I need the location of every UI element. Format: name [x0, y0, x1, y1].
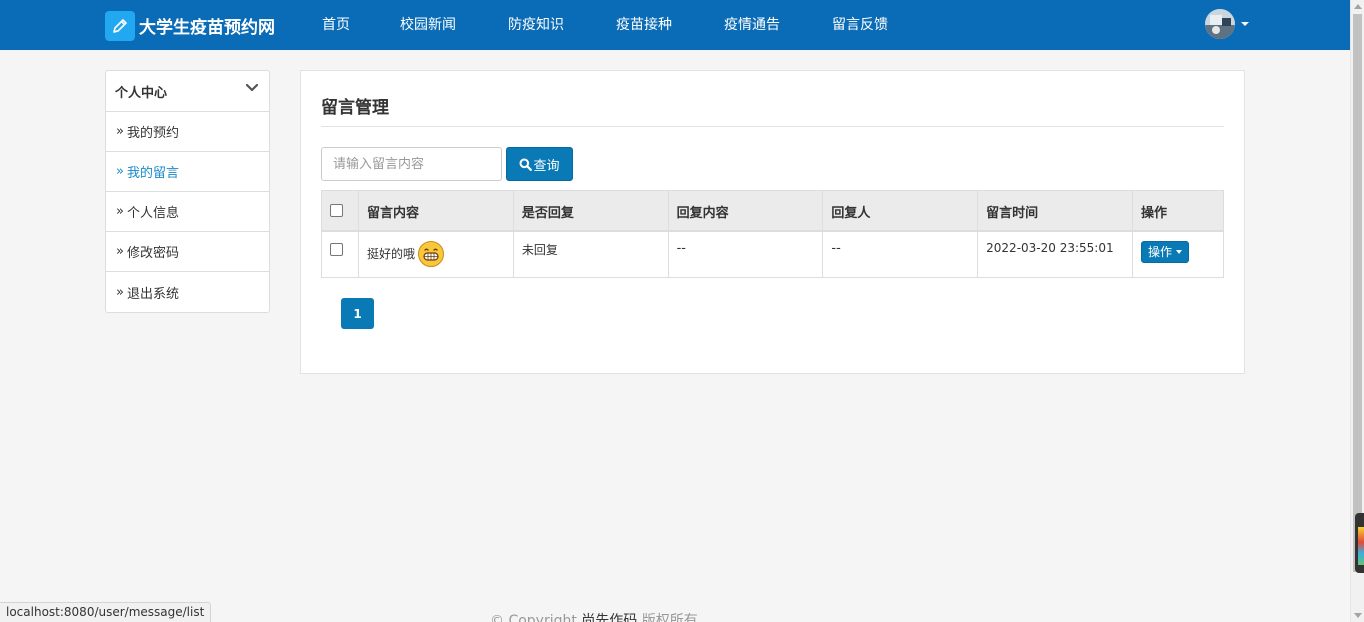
sidebar-title: 个人中心 — [115, 85, 168, 101]
pagination-page-1[interactable]: 1 — [341, 298, 374, 329]
scroll-down-icon[interactable] — [1354, 613, 1362, 618]
chevron-down-icon — [245, 83, 259, 92]
search-input[interactable] — [321, 147, 502, 181]
reply-content-cell: -- — [667, 230, 824, 278]
sidebar-item-my-appointments[interactable]: » 我的预约 — [106, 112, 269, 152]
footer-suffix: 版权所有 — [637, 613, 698, 622]
column-header: 回复内容 — [667, 190, 824, 232]
sidebar-item-label: 我的留言 — [126, 166, 179, 181]
pencil-icon — [105, 10, 135, 41]
action-cell: 操作 — [1132, 230, 1224, 278]
brand-title: 大学生疫苗预约网 — [139, 18, 275, 38]
scrollbar-thumb[interactable] — [1353, 14, 1362, 572]
nav-feedback[interactable]: 留言反馈 — [832, 0, 888, 50]
sidebar-item-change-password[interactable]: » 修改密码 — [106, 232, 269, 272]
replier-cell: -- — [822, 230, 979, 278]
select-all-checkbox[interactable] — [330, 204, 343, 217]
double-angle-right-icon: » — [116, 124, 124, 139]
divider — [321, 126, 1224, 127]
equalizer-icon — [1358, 527, 1364, 565]
search-icon — [519, 158, 533, 171]
browser-status-url: localhost:8080/user/message/list — [0, 602, 212, 622]
sidebar-item-label: 退出系统 — [126, 286, 179, 302]
action-button-label: 操作 — [1148, 245, 1173, 259]
scroll-up-icon[interactable] — [1354, 4, 1362, 9]
table-row: 挺好的哦 未回复 -- -- 2022-03-20 23:55:01 操作 — [321, 230, 1224, 278]
sidebar-item-my-messages[interactable]: » 我的留言 — [106, 152, 269, 192]
nav-home[interactable]: 首页 — [322, 0, 350, 50]
footer-copyright: © Copyright 尚先作码 版权所有 — [490, 610, 698, 622]
nav-campus-news[interactable]: 校园新闻 — [400, 0, 456, 50]
search-button[interactable]: 查询 — [506, 147, 573, 181]
message-table: 留言内容 是否回复 回复内容 回复人 留言时间 操作 挺好的哦 未回复 -- -… — [321, 190, 1224, 278]
caret-down-icon — [1241, 22, 1249, 26]
message-content-cell: 挺好的哦 — [357, 230, 514, 278]
column-header: 操作 — [1132, 190, 1224, 232]
caret-down-icon — [1176, 249, 1183, 254]
footer-prefix: © Copyright — [490, 613, 582, 622]
sidebar-item-label: 个人信息 — [126, 206, 179, 221]
replied-status-cell: 未回复 — [512, 230, 669, 278]
sidebar: 个人中心 » 我的预约 » 我的留言 » 个人信息 » 修改密码 » 退出系统 — [105, 70, 270, 313]
message-time-cell: 2022-03-20 23:55:01 — [977, 230, 1134, 278]
sidebar-item-label: 修改密码 — [126, 246, 179, 261]
select-all-cell — [321, 190, 359, 232]
column-header: 留言内容 — [357, 190, 514, 232]
message-management-panel: 留言管理 查询 留言内容 是否回复 回复内容 回复人 留言时间 操作 — [300, 70, 1245, 374]
top-navbar: 大学生疫苗预约网 首页 校园新闻 防疫知识 疫苗接种 疫情通告 留言反馈 — [0, 0, 1350, 50]
sidebar-item-label: 我的预约 — [126, 126, 179, 141]
double-angle-right-icon: » — [116, 164, 124, 179]
message-content: 挺好的哦 — [366, 247, 415, 261]
row-select-cell — [321, 230, 359, 278]
nav-vaccination[interactable]: 疫苗接种 — [616, 0, 672, 50]
column-header: 留言时间 — [977, 190, 1134, 232]
table-header-row: 留言内容 是否回复 回复内容 回复人 留言时间 操作 — [321, 190, 1224, 232]
nav-epidemic-notice[interactable]: 疫情通告 — [724, 0, 780, 50]
grinning-emoji-icon — [418, 240, 444, 267]
double-angle-right-icon: » — [116, 204, 124, 219]
sidebar-item-logout[interactable]: » 退出系统 — [106, 272, 269, 312]
column-header: 回复人 — [822, 190, 979, 232]
sidebar-header[interactable]: 个人中心 — [106, 71, 269, 112]
user-menu-toggle[interactable] — [1205, 9, 1249, 39]
column-header: 是否回复 — [512, 190, 669, 232]
page-title: 留言管理 — [321, 98, 389, 118]
side-widget-tab[interactable] — [1355, 513, 1364, 573]
row-checkbox[interactable] — [330, 242, 343, 256]
sidebar-item-personal-info[interactable]: » 个人信息 — [106, 192, 269, 232]
double-angle-right-icon: » — [116, 284, 124, 300]
brand-link[interactable]: 大学生疫苗预约网 — [105, 10, 275, 41]
footer-author[interactable]: 尚先作码 — [581, 613, 637, 622]
nav-prevention-knowledge[interactable]: 防疫知识 — [508, 0, 564, 50]
avatar — [1205, 9, 1235, 39]
search-button-label: 查询 — [533, 158, 560, 174]
double-angle-right-icon: » — [116, 244, 124, 259]
action-dropdown-button[interactable]: 操作 — [1141, 240, 1190, 263]
